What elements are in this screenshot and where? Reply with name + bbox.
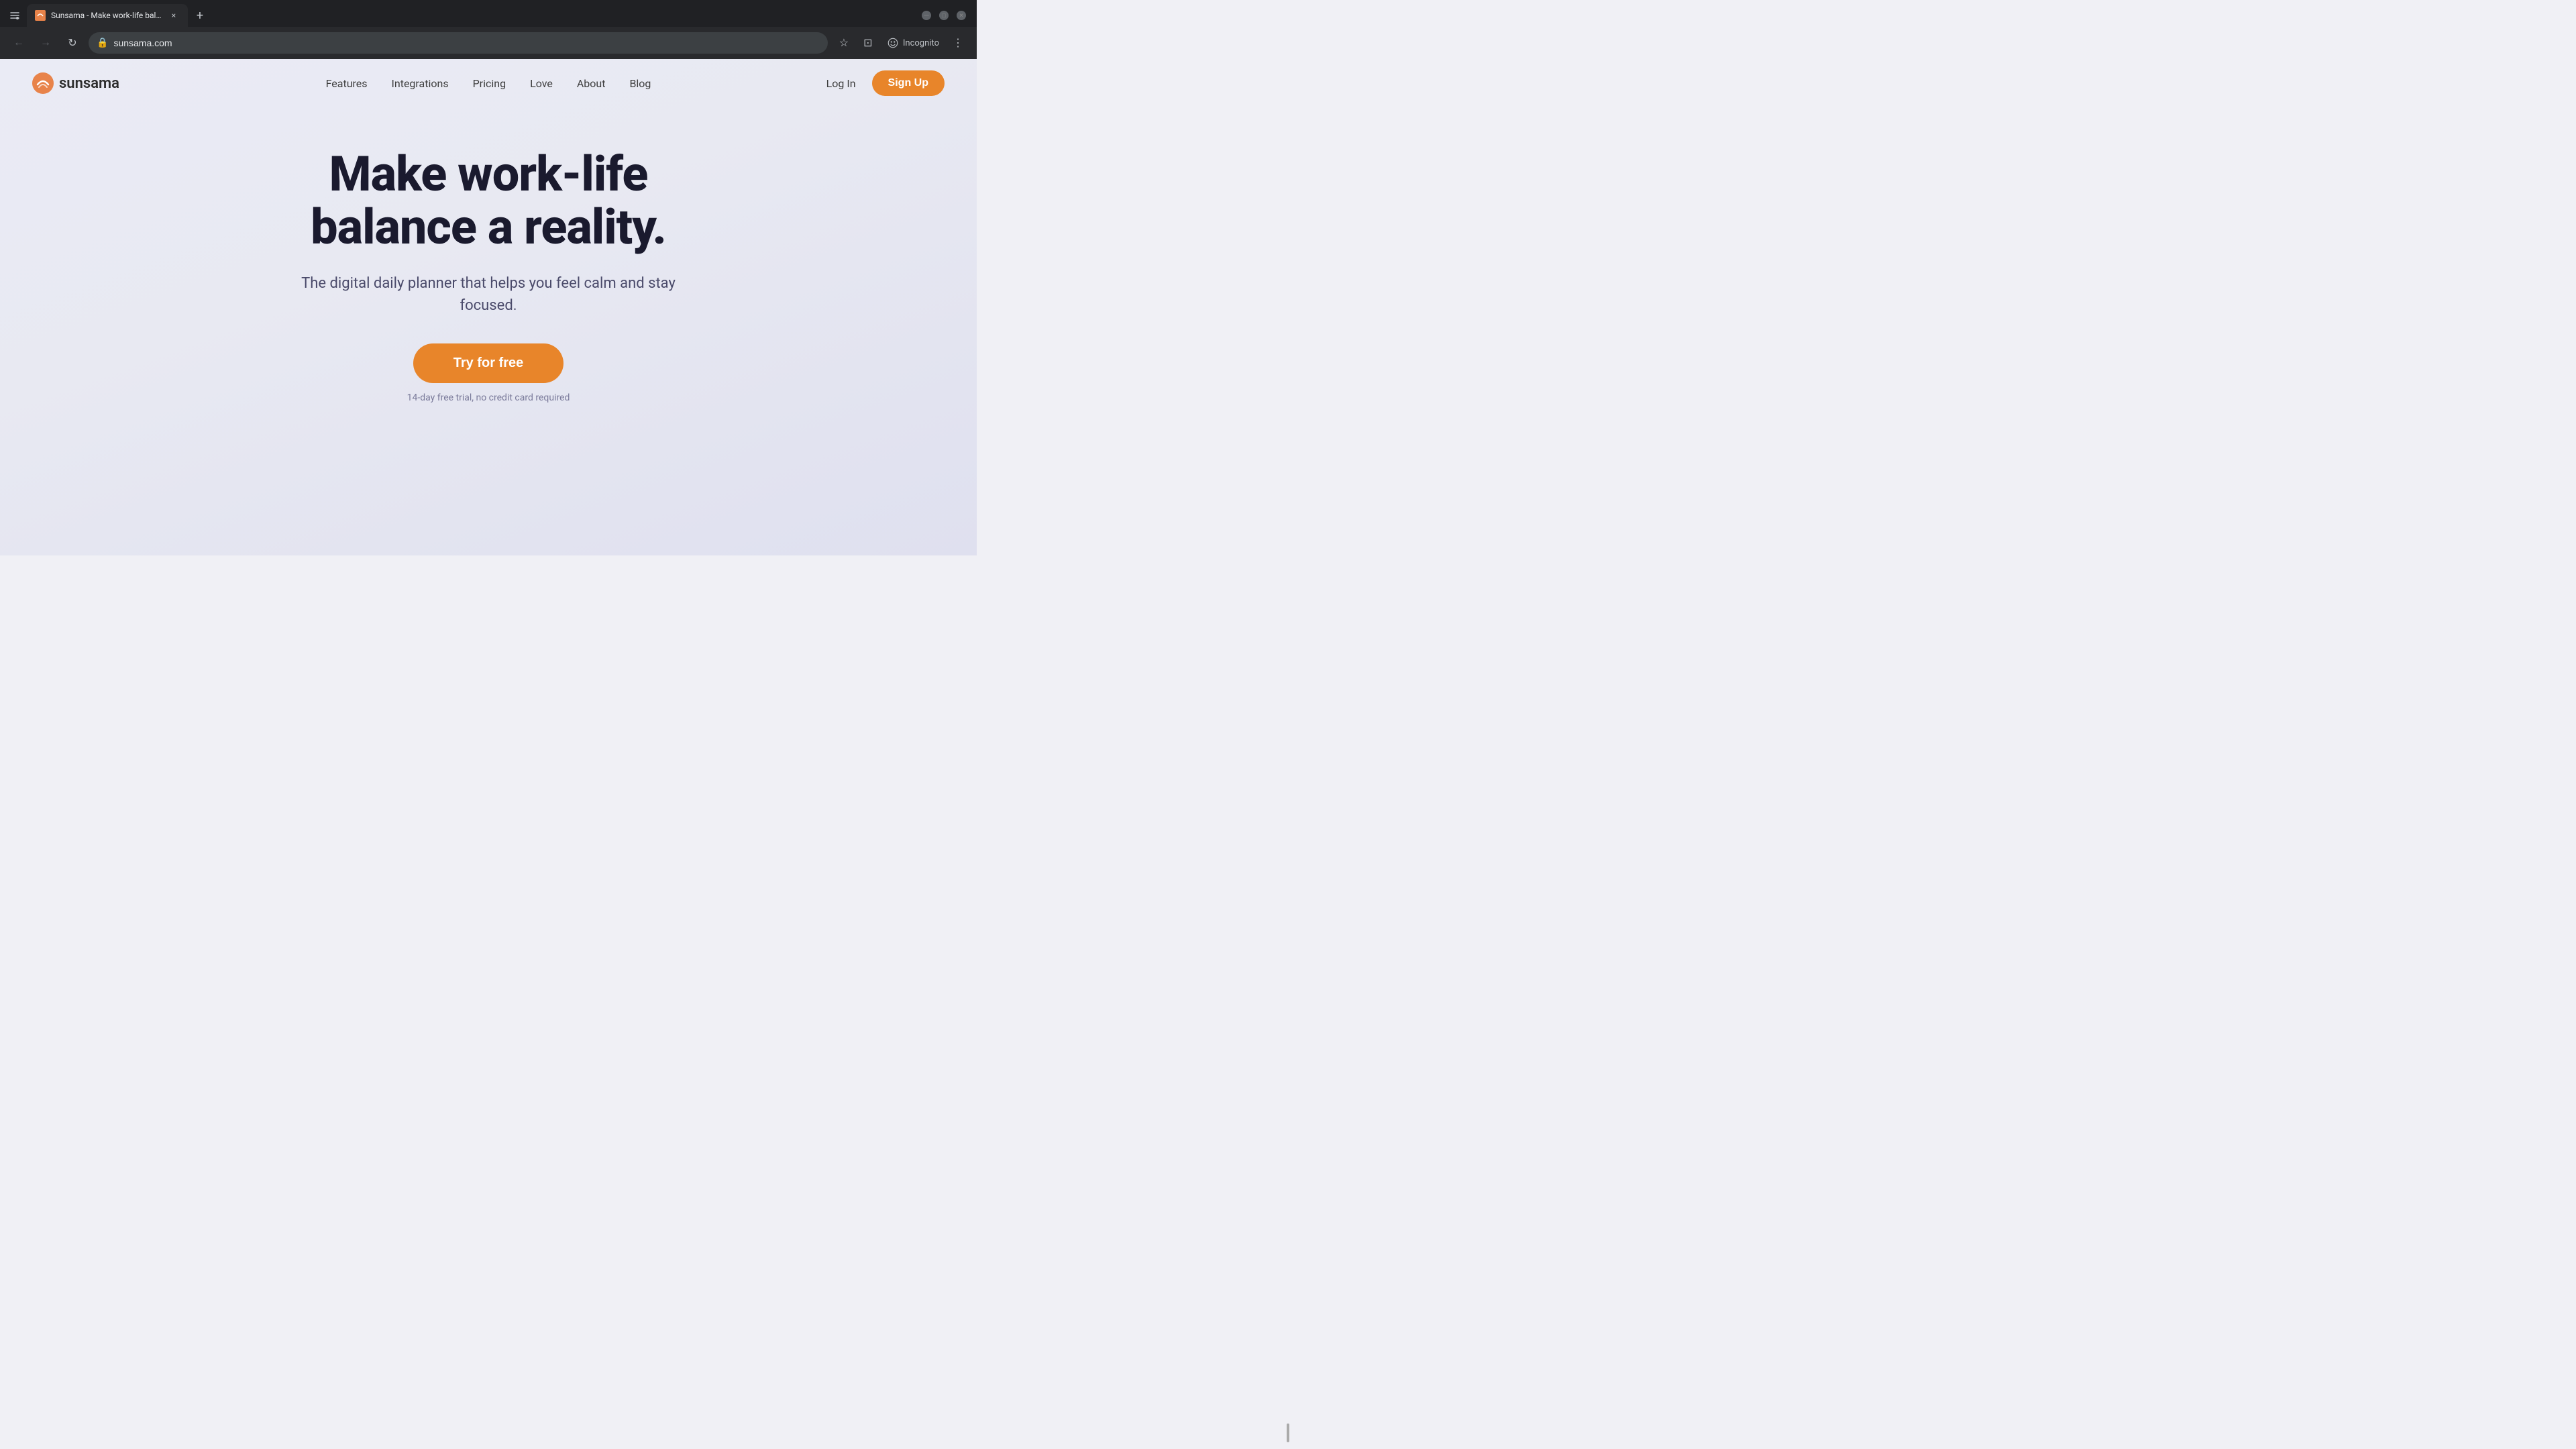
lock-icon: 🔒 [97, 38, 108, 48]
nav-love[interactable]: Love [530, 77, 553, 90]
login-link[interactable]: Log In [826, 77, 856, 90]
hero-section: Make work-life balance a reality. The di… [0, 107, 977, 430]
website-content: sunsama Features Integrations Pricing Lo… [0, 59, 977, 555]
back-button[interactable]: ← [8, 32, 30, 54]
nav-blog[interactable]: Blog [629, 77, 651, 90]
hero-subtitle: The digital daily planner that helps you… [301, 272, 676, 317]
new-tab-button[interactable]: + [191, 6, 209, 25]
minimize-button[interactable]: ─ [922, 11, 931, 20]
title-bar: Sunsama - Make work-life bala... × + ─ □… [0, 0, 977, 27]
nav-about[interactable]: About [577, 77, 606, 90]
close-window-button[interactable]: × [957, 11, 966, 20]
active-tab[interactable]: Sunsama - Make work-life bala... × [27, 4, 188, 27]
menu-button[interactable]: ⋮ [947, 32, 969, 54]
extensions-button[interactable]: ⊡ [857, 32, 879, 54]
forward-button[interactable]: → [35, 32, 56, 54]
trial-note: 14-day free trial, no credit card requir… [407, 392, 570, 403]
incognito-label: Incognito [903, 38, 939, 48]
signup-button[interactable]: Sign Up [872, 70, 945, 96]
nav-integrations[interactable]: Integrations [392, 77, 449, 90]
browser-toolbar: ← → ↻ 🔒 ☆ ⊡ [0, 27, 977, 59]
tab-close-button[interactable]: × [168, 9, 180, 21]
nav-actions: Log In Sign Up [826, 70, 945, 96]
site-nav: sunsama Features Integrations Pricing Lo… [0, 59, 977, 107]
tab-switcher-button[interactable] [5, 6, 24, 25]
hero-title: Make work-life balance a reality. [254, 148, 723, 254]
nav-pricing[interactable]: Pricing [473, 77, 506, 90]
url-input[interactable] [113, 38, 819, 48]
logo-text: sunsama [59, 75, 119, 92]
maximize-button[interactable]: □ [939, 11, 949, 20]
site-logo[interactable]: sunsama [32, 72, 119, 94]
nav-links: Features Integrations Pricing Love About… [326, 77, 651, 90]
tab-bar: Sunsama - Make work-life bala... × + [5, 4, 209, 27]
address-bar[interactable]: 🔒 [89, 32, 828, 54]
try-free-button[interactable]: Try for free [413, 343, 564, 383]
browser-chrome: Sunsama - Make work-life bala... × + ─ □… [0, 0, 977, 59]
tab-title: Sunsama - Make work-life bala... [51, 11, 162, 20]
bookmark-button[interactable]: ☆ [833, 32, 855, 54]
logo-icon [32, 72, 54, 94]
refresh-button[interactable]: ↻ [62, 32, 83, 54]
nav-features[interactable]: Features [326, 77, 368, 90]
incognito-indicator[interactable]: Incognito [881, 34, 945, 52]
toolbar-right-actions: ☆ ⊡ Incognito ⋮ [833, 32, 969, 54]
tab-favicon [35, 10, 46, 21]
